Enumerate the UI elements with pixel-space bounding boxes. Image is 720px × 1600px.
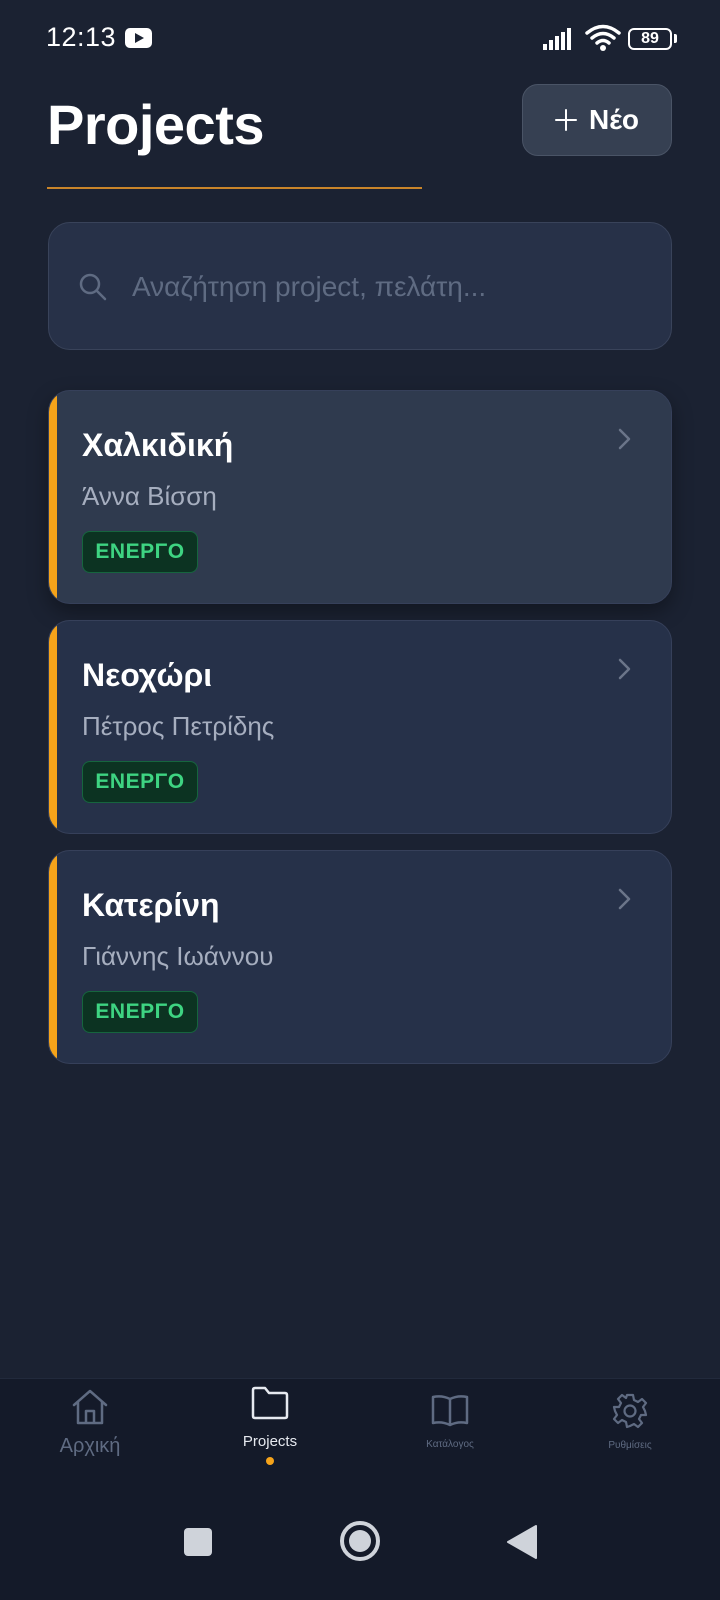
plus-icon xyxy=(555,109,578,131)
project-title: Χαλκιδική xyxy=(82,427,234,463)
folder-icon xyxy=(251,1386,289,1420)
project-client: Άννα Βίσση xyxy=(82,481,217,511)
card-accent xyxy=(49,621,57,833)
back-button[interactable] xyxy=(506,1524,538,1560)
home-icon xyxy=(72,1389,108,1425)
recents-button[interactable] xyxy=(183,1527,213,1557)
title-underline xyxy=(47,187,422,189)
card-accent xyxy=(49,391,57,603)
project-card[interactable]: Χαλκιδική Άννα Βίσση ΕΝΕΡΓΟ xyxy=(48,390,672,604)
search-icon xyxy=(79,273,107,301)
signal-icon xyxy=(543,28,571,50)
project-card[interactable]: Νεοχώρι Πέτρος Πετρίδης ΕΝΕΡΓΟ xyxy=(48,620,672,834)
project-client: Πέτρος Πετρίδης xyxy=(82,711,275,741)
nav-label-settings: Ρυθμίσεις xyxy=(608,1440,652,1451)
new-button-label: Νέο xyxy=(589,104,639,135)
project-card[interactable]: Κατερίνη Γιάννης Ιωάννου ΕΝΕΡΓΟ xyxy=(48,850,672,1064)
wifi-icon xyxy=(585,24,621,51)
nav-item-catalog[interactable]: Κατάλογος xyxy=(360,1379,540,1481)
battery-icon: 89 xyxy=(628,28,672,50)
chevron-right-icon xyxy=(618,888,631,910)
new-project-button[interactable]: Νέο xyxy=(522,84,672,156)
page-title: Projects xyxy=(47,93,265,156)
project-client: Γιάννης Ιωάννου xyxy=(82,941,274,971)
card-accent xyxy=(49,851,57,1063)
status-badge: ΕΝΕΡΓΟ xyxy=(82,991,198,1033)
chevron-right-icon xyxy=(618,428,631,450)
status-bar: 12:13 89 xyxy=(0,0,720,78)
home-button[interactable] xyxy=(339,1520,381,1562)
nav-item-home[interactable]: Αρχική xyxy=(0,1379,180,1481)
active-indicator xyxy=(266,1457,274,1465)
nav-item-settings[interactable]: Ρυθμίσεις xyxy=(540,1379,720,1481)
system-nav-bar xyxy=(0,1480,720,1600)
nav-item-projects[interactable]: Projects xyxy=(180,1379,360,1481)
status-badge: ΕΝΕΡΓΟ xyxy=(82,531,198,573)
nav-label-home: Αρχική xyxy=(59,1435,121,1457)
battery-level: 89 xyxy=(641,30,659,47)
chevron-right-icon xyxy=(618,658,631,680)
search-input[interactable] xyxy=(132,262,652,312)
project-title: Κατερίνη xyxy=(82,887,220,923)
bottom-nav: Αρχική Projects Κατάλογος Ρυθμίσεις xyxy=(0,1378,720,1480)
project-title: Νεοχώρι xyxy=(82,657,213,693)
nav-label-catalog: Κατάλογος xyxy=(426,1439,474,1450)
status-time: 12:13 xyxy=(46,22,117,52)
status-badge: ΕΝΕΡΓΟ xyxy=(82,761,198,803)
youtube-icon xyxy=(125,28,152,48)
book-icon xyxy=(431,1395,469,1427)
battery-tip xyxy=(674,34,677,43)
nav-label-projects: Projects xyxy=(242,1433,298,1450)
gear-icon xyxy=(612,1393,648,1429)
